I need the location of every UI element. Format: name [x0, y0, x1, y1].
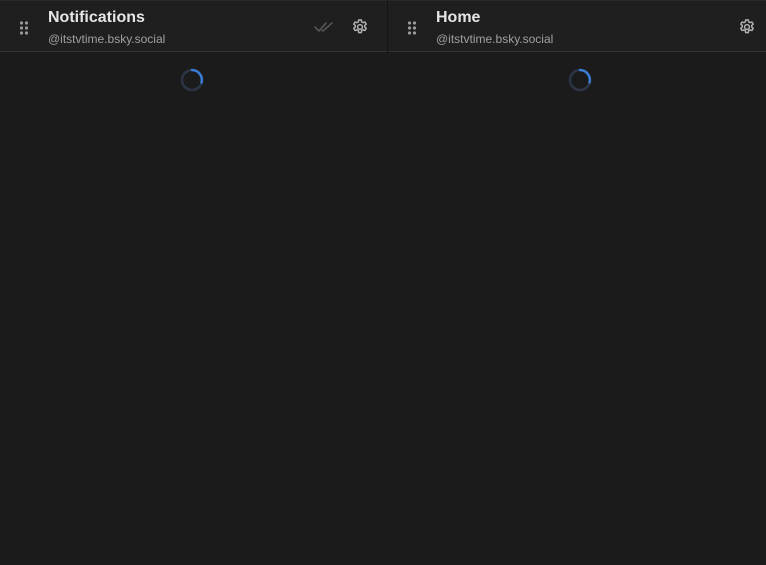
column-settings-button[interactable] — [736, 16, 758, 38]
drag-handle-icon[interactable] — [407, 21, 417, 35]
column-home: Home @itstvtime.bsky.social — [388, 0, 766, 565]
loading-spinner — [180, 68, 204, 92]
column-settings-button[interactable] — [349, 16, 371, 38]
column-header: Home @itstvtime.bsky.social — [388, 0, 766, 52]
column-account: @itstvtime.bsky.social — [48, 32, 166, 46]
drag-handle-icon[interactable] — [19, 21, 29, 35]
column-title: Home — [436, 9, 481, 26]
column-title: Notifications — [48, 9, 145, 26]
column-titles: Home @itstvtime.bsky.social — [436, 8, 553, 47]
column-account: @itstvtime.bsky.social — [436, 32, 554, 46]
deck: Notifications @itstvtime.bsky.social Hom… — [0, 0, 766, 565]
gear-icon — [353, 19, 367, 34]
gear-icon — [740, 19, 754, 34]
double-check-icon — [314, 22, 333, 32]
mark-all-read-button[interactable] — [313, 16, 335, 38]
column-header: Notifications @itstvtime.bsky.social — [0, 0, 387, 52]
column-notifications: Notifications @itstvtime.bsky.social — [0, 0, 387, 565]
column-titles: Notifications @itstvtime.bsky.social — [48, 8, 165, 47]
loading-spinner — [568, 68, 592, 92]
